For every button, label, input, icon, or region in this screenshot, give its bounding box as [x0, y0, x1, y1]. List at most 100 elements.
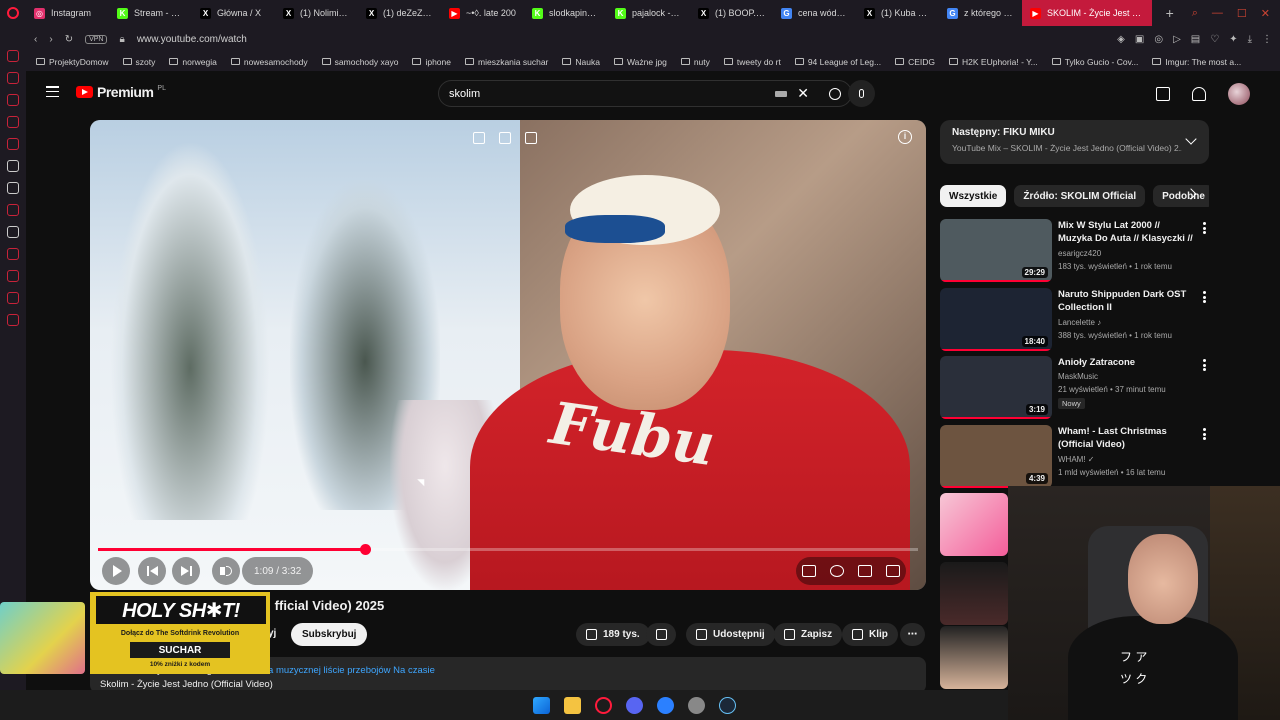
more-actions-button[interactable]: ⋯: [900, 623, 925, 646]
more-options-icon[interactable]: [1203, 291, 1206, 303]
bookmark-item[interactable]: CEIDG: [895, 57, 935, 67]
wallet-icon[interactable]: ▤: [1191, 34, 1200, 45]
save-button[interactable]: Zapisz: [774, 623, 843, 646]
recommendation-title[interactable]: Naruto Shippuden Dark OST Collection II: [1058, 288, 1196, 314]
recommendation-thumbnail[interactable]: 29:29: [940, 219, 1052, 282]
youtube-logo[interactable]: Premium PL: [76, 84, 166, 100]
bookmark-item[interactable]: iphone: [412, 57, 451, 67]
browser-tab[interactable]: X (1) Nolimitzor: [275, 0, 358, 26]
bookmark-icon[interactable]: ◈: [1117, 34, 1125, 45]
settings-icon[interactable]: [7, 182, 19, 194]
theater-mode-icon[interactable]: [858, 565, 872, 577]
heart-icon[interactable]: ♡: [1210, 34, 1219, 45]
clear-search-icon[interactable]: ✕: [797, 85, 809, 102]
like-button[interactable]: 189 tys.: [576, 623, 650, 646]
search-icon[interactable]: [829, 87, 841, 100]
kick-icon[interactable]: [7, 160, 19, 172]
subscribe-button[interactable]: Subskrybuj: [291, 623, 368, 646]
filter-chip[interactable]: Podobne: [1153, 185, 1209, 207]
upload-icon[interactable]: [1156, 87, 1170, 101]
bookmark-item[interactable]: nuty: [680, 57, 710, 67]
miniplayer-icon[interactable]: [473, 132, 485, 144]
bookmark-item[interactable]: szoty: [122, 57, 155, 67]
clip-button[interactable]: Klip: [842, 623, 898, 646]
autoplay-icon[interactable]: [525, 132, 537, 144]
obs-icon[interactable]: [687, 696, 705, 714]
progress-bar[interactable]: [98, 544, 918, 555]
browser-tab[interactable]: X (1) BOOP.PL w: [690, 0, 773, 26]
search-query[interactable]: skolim: [449, 88, 775, 100]
filter-chip[interactable]: Wszystkie: [940, 185, 1007, 207]
recommendation-thumbnail[interactable]: 4:39: [940, 425, 1052, 488]
windows-start-icon[interactable]: [532, 696, 550, 714]
bookmark-item[interactable]: ProjektyDomow: [36, 57, 109, 67]
history-icon[interactable]: [7, 72, 19, 84]
bookmark-item[interactable]: nowesamochody: [230, 57, 308, 67]
video-player[interactable]: Fubu i 1:09 / 3:32: [90, 120, 926, 590]
previous-button[interactable]: [138, 557, 166, 585]
clock-icon[interactable]: [7, 248, 19, 260]
recommendation-title[interactable]: Anioły Zatracone: [1058, 356, 1196, 369]
steam-icon[interactable]: [718, 696, 736, 714]
recommendation-item[interactable]: 29:29 Mix W Stylu Lat 2000 // Muzyka Do A…: [940, 219, 1210, 283]
up-next-panel[interactable]: Następny: FIKU MIKU YouTube Mix – SKOLIM…: [940, 120, 1209, 164]
close-icon[interactable]: ✕: [1261, 7, 1270, 20]
recommendation-item[interactable]: 3:19 Anioły Zatracone MaskMusic 21 wyświetl…: [940, 356, 1210, 420]
bookmark-item[interactable]: mieszkania suchar: [465, 57, 548, 67]
info-icon[interactable]: i: [898, 130, 912, 144]
recommendation-title[interactable]: Wham! - Last Christmas (Official Video): [1058, 425, 1196, 451]
bookmark-item[interactable]: norwegia: [169, 57, 217, 67]
search-input[interactable]: skolim ✕: [438, 80, 852, 107]
recommendation-title[interactable]: Mix W Stylu Lat 2000 // Muzyka Do Auta /…: [1058, 219, 1196, 245]
recommendation-channel[interactable]: Lancelette ♪: [1058, 318, 1101, 327]
subtitles-icon[interactable]: [802, 565, 816, 577]
bookmark-item[interactable]: 94 League of Leg...: [794, 57, 881, 67]
browser-tab[interactable]: ▶ SKOLIM - Życie Jest Jed: [1022, 0, 1152, 26]
settings-gear-icon[interactable]: [830, 565, 844, 577]
recommendation-channel[interactable]: WHAM! ✓: [1058, 455, 1094, 464]
notifications-icon[interactable]: [1192, 87, 1206, 101]
browser-tab[interactable]: Gz którego pod: [939, 0, 1022, 26]
browser-tab[interactable]: ▶ ~•◊. late 200: [441, 0, 524, 26]
browser-tab[interactable]: K Stream - Kick: [109, 0, 192, 26]
recommendation-thumbnail[interactable]: [940, 562, 1008, 625]
dislike-button[interactable]: [646, 623, 676, 646]
bookmark-item[interactable]: Tylko Gucio - Cov...: [1051, 57, 1138, 67]
chat-bubble-icon[interactable]: [7, 292, 19, 304]
gear-icon[interactable]: [7, 314, 19, 326]
bookmark-item[interactable]: Imgur: The most a...: [1152, 57, 1241, 67]
browser-tab[interactable]: Gcena wódki a: [773, 0, 856, 26]
browser-tab[interactable]: ◎ Instagram: [26, 0, 109, 26]
cast-icon[interactable]: [499, 132, 511, 144]
browser-tab[interactable]: X (1) Kuba w se: [856, 0, 939, 26]
browser-tab[interactable]: Kslodkapinki C: [524, 0, 607, 26]
minimize-icon[interactable]: —: [1212, 7, 1223, 20]
recommendation-item[interactable]: 4:39 Wham! - Last Christmas (Official Vid…: [940, 425, 1210, 489]
share-button[interactable]: Udostępnij: [686, 623, 775, 646]
forward-icon[interactable]: ›: [49, 34, 52, 45]
extensions-icon[interactable]: ✦: [1229, 34, 1237, 45]
snapshot-icon[interactable]: ▣: [1135, 34, 1144, 45]
twitch-icon[interactable]: [7, 204, 19, 216]
browser-tab[interactable]: X (1) deZeZed w: [358, 0, 441, 26]
bookmark-item[interactable]: samochody xayo: [321, 57, 398, 67]
url-field[interactable]: www.youtube.com/watch: [137, 34, 247, 45]
maximize-icon[interactable]: ☐: [1237, 7, 1247, 20]
more-options-icon[interactable]: [1203, 428, 1206, 440]
browser-tab[interactable]: X Główna / X: [192, 0, 275, 26]
back-icon[interactable]: ‹: [34, 34, 37, 45]
recommendation-channel[interactable]: esarigcz420: [1058, 249, 1101, 258]
recommendation-thumbnail[interactable]: [940, 493, 1008, 556]
recommendation-channel[interactable]: MaskMusic: [1058, 372, 1098, 381]
shield-icon[interactable]: ◎: [1154, 34, 1163, 45]
volume-button[interactable]: [212, 557, 240, 585]
chat-icon[interactable]: [7, 116, 19, 128]
recommendation-item[interactable]: 18:40 Naruto Shippuden Dark OST Collectio…: [940, 288, 1210, 352]
messenger-icon[interactable]: [7, 50, 19, 62]
download-icon[interactable]: ⤓: [1248, 34, 1252, 45]
menu-icon[interactable]: [46, 86, 59, 97]
scrubber-handle[interactable]: [359, 544, 371, 555]
player-icon[interactable]: ▷: [1173, 34, 1181, 45]
more-options-icon[interactable]: [1203, 359, 1206, 371]
play-button[interactable]: [102, 557, 130, 585]
